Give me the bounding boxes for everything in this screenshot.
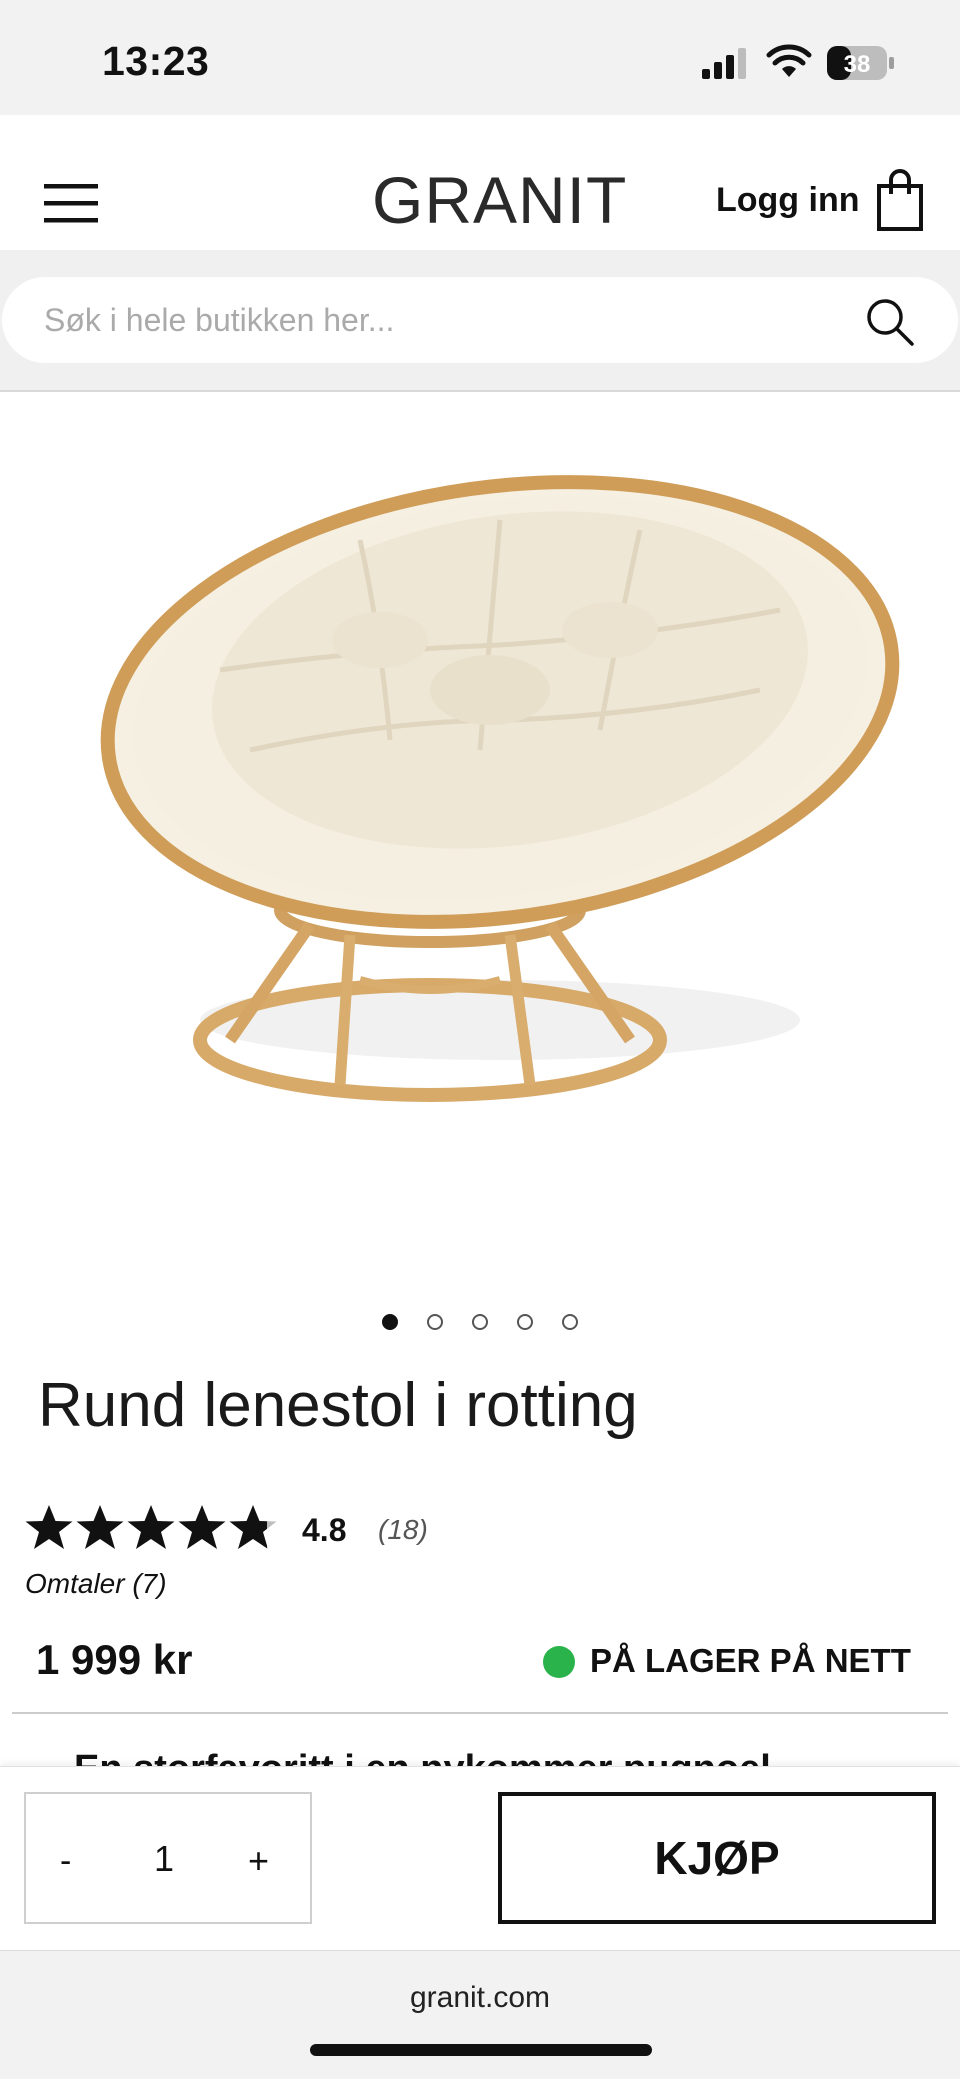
- battery-icon: 38: [827, 46, 894, 80]
- status-time: 13:23: [102, 38, 210, 84]
- hamburger-menu-icon[interactable]: [44, 180, 98, 226]
- reviews-link[interactable]: Omtaler (7): [25, 1568, 167, 1600]
- stock-status: PÅ LAGER PÅ NETT: [590, 1642, 911, 1679]
- star-icon: [178, 1505, 226, 1549]
- stock-status-icon: [543, 1646, 575, 1678]
- rating-count: (18): [378, 1514, 428, 1545]
- search-input[interactable]: [2, 277, 958, 363]
- login-link[interactable]: Logg inn: [716, 181, 860, 220]
- quantity-increase-button[interactable]: +: [248, 1840, 269, 1882]
- buy-button[interactable]: KJØP: [498, 1792, 936, 1924]
- gallery-dot-5[interactable]: [562, 1314, 578, 1330]
- granit-logo[interactable]: GRANIT: [372, 162, 627, 238]
- battery-level: 38: [844, 51, 871, 78]
- url-text[interactable]: granit.com: [0, 1981, 960, 2015]
- product-title: Rund lenestol i rotting: [38, 1371, 638, 1440]
- rating-value: 4.8: [302, 1512, 347, 1548]
- shopping-bag-icon[interactable]: [876, 168, 924, 232]
- quantity-value[interactable]: 1: [154, 1838, 174, 1880]
- product-image[interactable]: [60, 420, 900, 1200]
- wifi-icon: [766, 44, 812, 77]
- quantity-decrease-button[interactable]: -: [60, 1842, 71, 1881]
- star-icon: [127, 1505, 175, 1549]
- gallery-dot-1[interactable]: [382, 1314, 398, 1330]
- product-price: 1 999 kr: [36, 1636, 193, 1683]
- divider: [12, 1712, 948, 1714]
- gallery-dot-2[interactable]: [427, 1314, 443, 1330]
- star-icon: [76, 1505, 124, 1549]
- home-indicator[interactable]: [310, 2044, 652, 2056]
- cellular-signal-icon: [702, 48, 746, 79]
- gallery-dot-3[interactable]: [472, 1314, 488, 1330]
- star-icon: [25, 1505, 73, 1549]
- gallery-pagination: [380, 1314, 580, 1334]
- search-icon[interactable]: [864, 296, 916, 348]
- star-partial-icon: [229, 1505, 277, 1549]
- rating-stars[interactable]: [24, 1500, 284, 1554]
- gallery-dot-4[interactable]: [517, 1314, 533, 1330]
